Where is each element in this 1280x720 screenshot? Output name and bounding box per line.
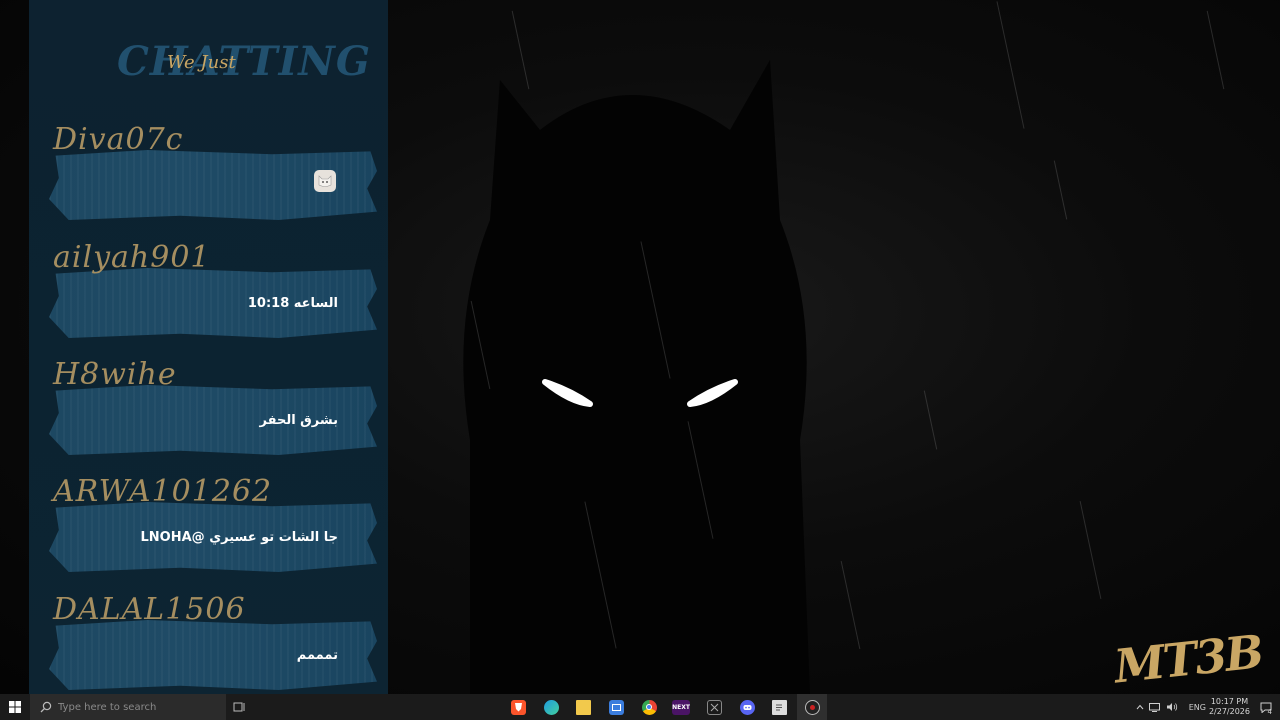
chat-title: CHATTING We Just — [117, 38, 370, 98]
next-icon: NEXT — [672, 699, 690, 715]
chat-message-text: الساعه 10:18 — [247, 296, 338, 311]
clock-time: 10:17 PM — [1210, 697, 1249, 706]
chat-message: H8wihe بشرق الحفر — [29, 357, 388, 475]
taskbar-app-discord[interactable] — [732, 694, 762, 720]
taskbar-app-file-explorer[interactable] — [568, 694, 598, 720]
windows-icon — [9, 701, 21, 713]
mt3b-signature: MT3B — [1111, 624, 1265, 694]
taskbar-app-brave[interactable] — [503, 694, 533, 720]
folder-icon — [575, 699, 591, 715]
x-box-icon — [706, 699, 722, 715]
chat-username: DALAL1506 — [53, 592, 246, 627]
chat-title-overlay: We Just — [167, 52, 236, 73]
edge-icon — [543, 699, 559, 715]
chat-username: H8wihe — [53, 357, 177, 392]
chrome-icon — [641, 699, 657, 715]
taskbar-app-chrome[interactable] — [634, 694, 664, 720]
taskbar-app-obs[interactable] — [797, 694, 827, 720]
volume-icon[interactable] — [1166, 694, 1178, 720]
taskbar-app-window[interactable] — [601, 694, 631, 720]
start-button[interactable] — [0, 694, 30, 720]
taskbar-app-notepad[interactable] — [764, 694, 794, 720]
cat-emote-icon — [314, 170, 336, 192]
chat-overlay: CHATTING We Just Diva07c ailyah901 الساع… — [29, 0, 388, 720]
search-icon — [40, 701, 52, 713]
chat-message: ARWA101262 جا الشات تو عسيري @LNOHA — [29, 474, 388, 592]
chat-message-text: تمممم — [296, 648, 338, 663]
chat-username: ARWA101262 — [53, 474, 273, 509]
discord-icon — [739, 699, 755, 715]
chat-username: ailyah901 — [53, 240, 211, 275]
window-icon — [608, 699, 624, 715]
clock-date: 2/27/2026 — [1208, 707, 1250, 716]
network-icon[interactable] — [1149, 694, 1160, 720]
tray-chevron-up-icon[interactable] — [1136, 694, 1144, 720]
task-view-icon[interactable] — [232, 700, 246, 714]
taskbar-app-next[interactable]: NEXT — [666, 694, 696, 720]
taskbar-app-edge[interactable] — [536, 694, 566, 720]
chat-message-text: جا الشات تو عسيري @LNOHA — [140, 530, 338, 545]
language-indicator[interactable]: ENG — [1189, 694, 1206, 720]
taskbar-app-x[interactable] — [699, 694, 729, 720]
brave-icon — [510, 699, 526, 715]
chat-message: ailyah901 الساعه 10:18 — [29, 240, 388, 358]
chat-message: Diva07c — [29, 122, 388, 240]
chat-title-script: CHATTING — [117, 38, 372, 85]
batman-silhouette — [463, 60, 810, 694]
chat-message: DALAL1506 تمممم — [29, 592, 388, 710]
taskbar-clock[interactable]: 10:17 PM 2/27/2026 — [1209, 697, 1250, 717]
taskbar-search-box[interactable]: Type here to search — [30, 694, 226, 720]
notification-count: 4 — [1267, 708, 1272, 716]
notepad-icon — [771, 699, 787, 715]
chat-message-text: بشرق الحفر — [259, 413, 339, 428]
chat-username: Diva07c — [53, 122, 184, 157]
obs-icon — [804, 699, 820, 715]
taskbar: Type here to search NEXT ENG 10:17 PM 2/… — [0, 694, 1280, 720]
search-placeholder: Type here to search — [58, 701, 157, 713]
notification-center-icon[interactable]: 4 — [1260, 694, 1272, 720]
